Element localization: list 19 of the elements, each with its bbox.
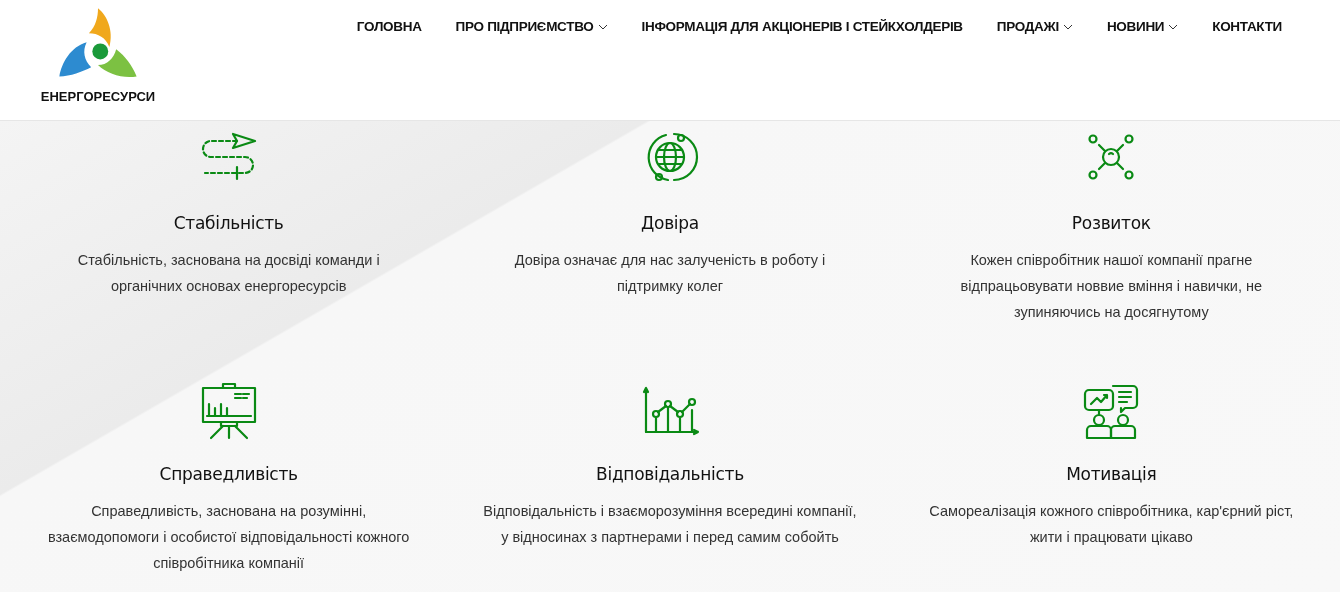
value-description: Самореалізація кожного співробітника, кар'єрний ріст, жити і працювати цікаво <box>928 501 1295 547</box>
value-description: Стабільність, заснована на досвіді команди і органічних основах енергоресурсів <box>76 251 381 296</box>
value-title: Справедливість <box>159 463 298 484</box>
nav-link[interactable]: ПРОДАЖІ <box>996 19 1073 34</box>
nav-link[interactable]: ІНФОРМАЦІЯ ДЛЯ АКЦІОНЕРІВ І СТЕЙКХОЛДЕРІВ <box>641 19 963 34</box>
logo-text: ЕНЕРГОРЕСУРСИ <box>40 89 156 104</box>
nav-link[interactable]: ГОЛОВНА <box>356 19 422 34</box>
nav-link[interactable]: ПРО ПІДПРИЄМСТВО <box>455 19 608 34</box>
value-description: Кожен співробітник нашої компанії прагне відпрацьовувати новвие вміння і навички, не зупиняючись на досягнутому <box>959 251 1264 322</box>
value-description: Відповідальність і взаєморозуміння всередині компанії, у відносинах з партнерами і перед самим собойть <box>482 501 858 547</box>
value-title: Довіра <box>641 213 699 233</box>
value-description: Справедливість, заснована на розумінні, взаємодопомоги і особистої відповідальності кожного співробітника компанії <box>46 501 411 573</box>
value-title: Мотивація <box>1066 463 1157 484</box>
value-description: Довіра означає для нас залученість в роботу і підтримку колег <box>513 251 827 296</box>
nav-link[interactable]: КОНТАКТИ <box>1212 19 1282 34</box>
nav-link[interactable]: НОВИНИ <box>1106 19 1179 34</box>
value-title: Стабільність <box>173 213 284 233</box>
value-title: Розвиток <box>1071 213 1151 233</box>
value-title: Відповідальність <box>596 463 744 484</box>
